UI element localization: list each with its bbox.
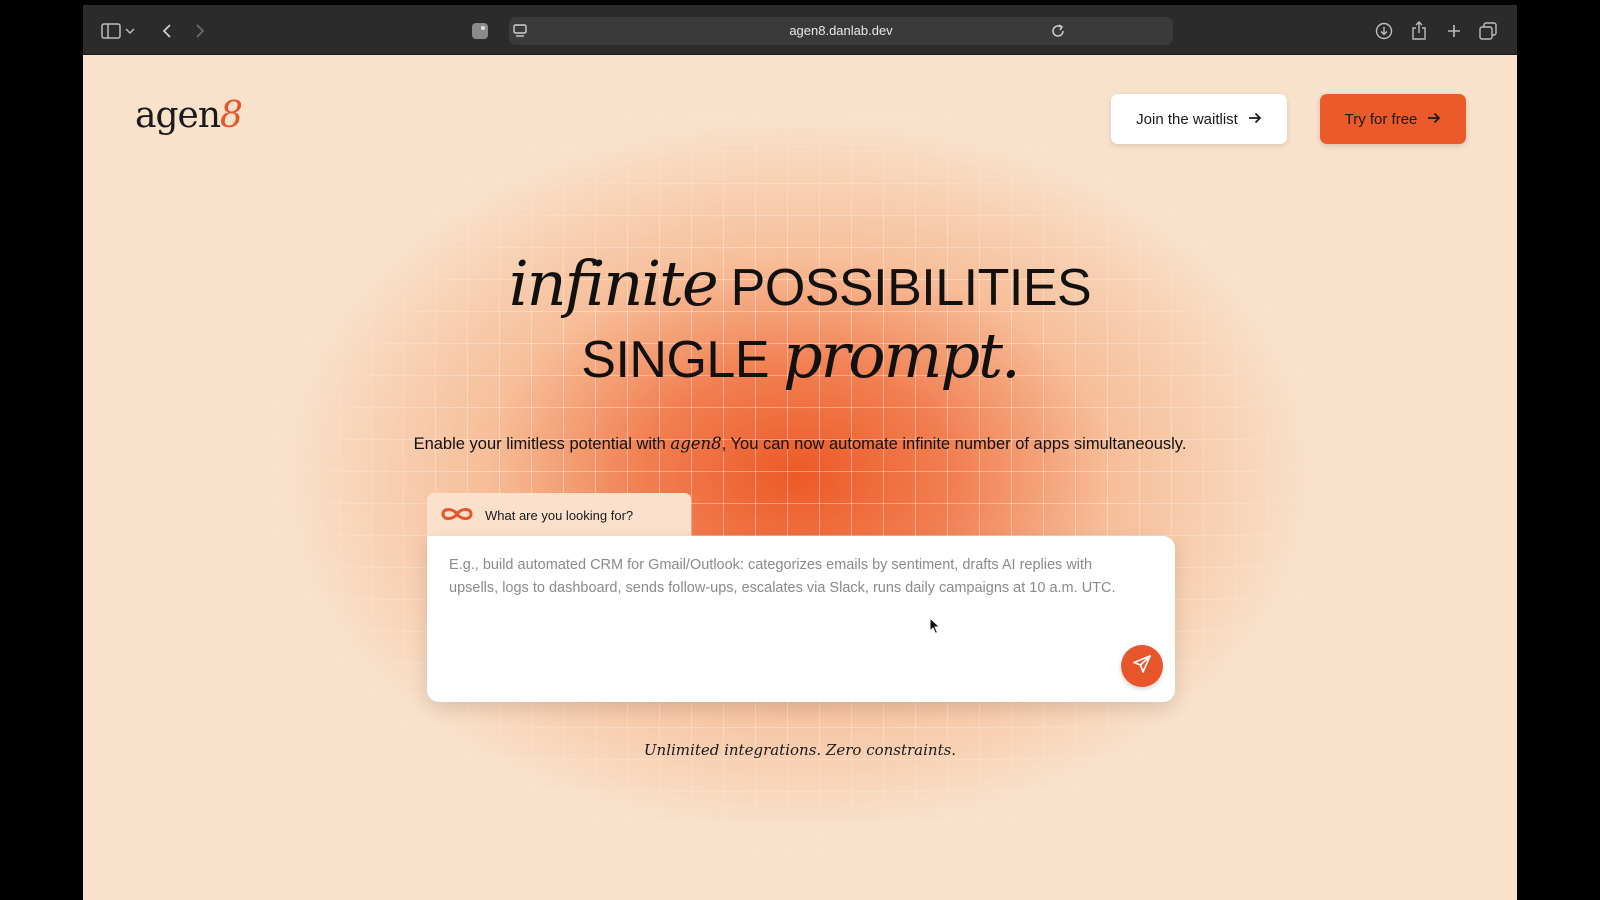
prompt-box — [427, 536, 1175, 702]
back-icon[interactable] — [156, 20, 178, 42]
browser-toolbar: agen8.danlab.dev — [83, 5, 1517, 55]
headline-single: SINGLE — [581, 331, 783, 389]
arrow-right-icon — [1427, 111, 1441, 128]
try-for-free-button[interactable]: Try for free — [1320, 94, 1466, 144]
prompt-input[interactable] — [449, 554, 1119, 634]
headline-infinite: infinite — [508, 247, 719, 320]
subtitle-before: Enable your limitless potential with — [413, 435, 671, 453]
prompt-tab-label: What are you looking for? — [485, 507, 634, 523]
send-icon — [1132, 654, 1152, 679]
mouse-cursor-icon — [929, 616, 941, 635]
infinity-icon — [439, 506, 475, 525]
logo-text: agen — [135, 95, 221, 136]
site-logo[interactable]: agen8 — [135, 95, 243, 136]
address-bar[interactable]: agen8.danlab.dev — [509, 17, 1173, 45]
forward-icon[interactable] — [189, 20, 211, 42]
extension-icon[interactable] — [469, 20, 491, 42]
hero-headline-line-2: SINGLE prompt. — [83, 325, 1517, 387]
sidebar-icon[interactable] — [100, 20, 122, 42]
tagline: Unlimited integrations. Zero constraints… — [643, 741, 957, 759]
hero-subtitle: Enable your limitless potential with age… — [83, 434, 1517, 454]
join-waitlist-button[interactable]: Join the waitlist — [1111, 94, 1287, 144]
share-icon[interactable] — [1408, 20, 1430, 42]
browser-window: agen8.danlab.dev agen8 Join the waitlist — [83, 5, 1517, 900]
logo-accent: 8 — [220, 95, 243, 136]
tabs-overview-icon[interactable] — [1477, 20, 1499, 42]
prompt-tab: What are you looking for? — [427, 493, 691, 537]
download-icon[interactable] — [1373, 20, 1395, 42]
reload-icon[interactable] — [1047, 20, 1069, 42]
new-tab-icon[interactable] — [1443, 20, 1465, 42]
try-for-free-label: Try for free — [1344, 110, 1418, 128]
hero-headline-line-1: infinite POSSIBILITIES — [83, 253, 1517, 315]
subtitle-brand: agen8 — [670, 434, 722, 453]
send-button[interactable] — [1121, 645, 1163, 687]
arrow-right-icon — [1248, 111, 1262, 128]
subtitle-after: , You can now automate infinite number o… — [721, 435, 1187, 453]
url-text: agen8.danlab.dev — [789, 23, 893, 38]
headline-prompt: prompt. — [782, 319, 1021, 392]
join-waitlist-label: Join the waitlist — [1136, 110, 1238, 128]
chevron-down-icon[interactable] — [124, 20, 136, 42]
headline-possibilities: POSSIBILITIES — [716, 259, 1092, 317]
background-grid — [83, 55, 1517, 900]
web-page: agen8 Join the waitlist Try for free inf… — [83, 55, 1517, 900]
